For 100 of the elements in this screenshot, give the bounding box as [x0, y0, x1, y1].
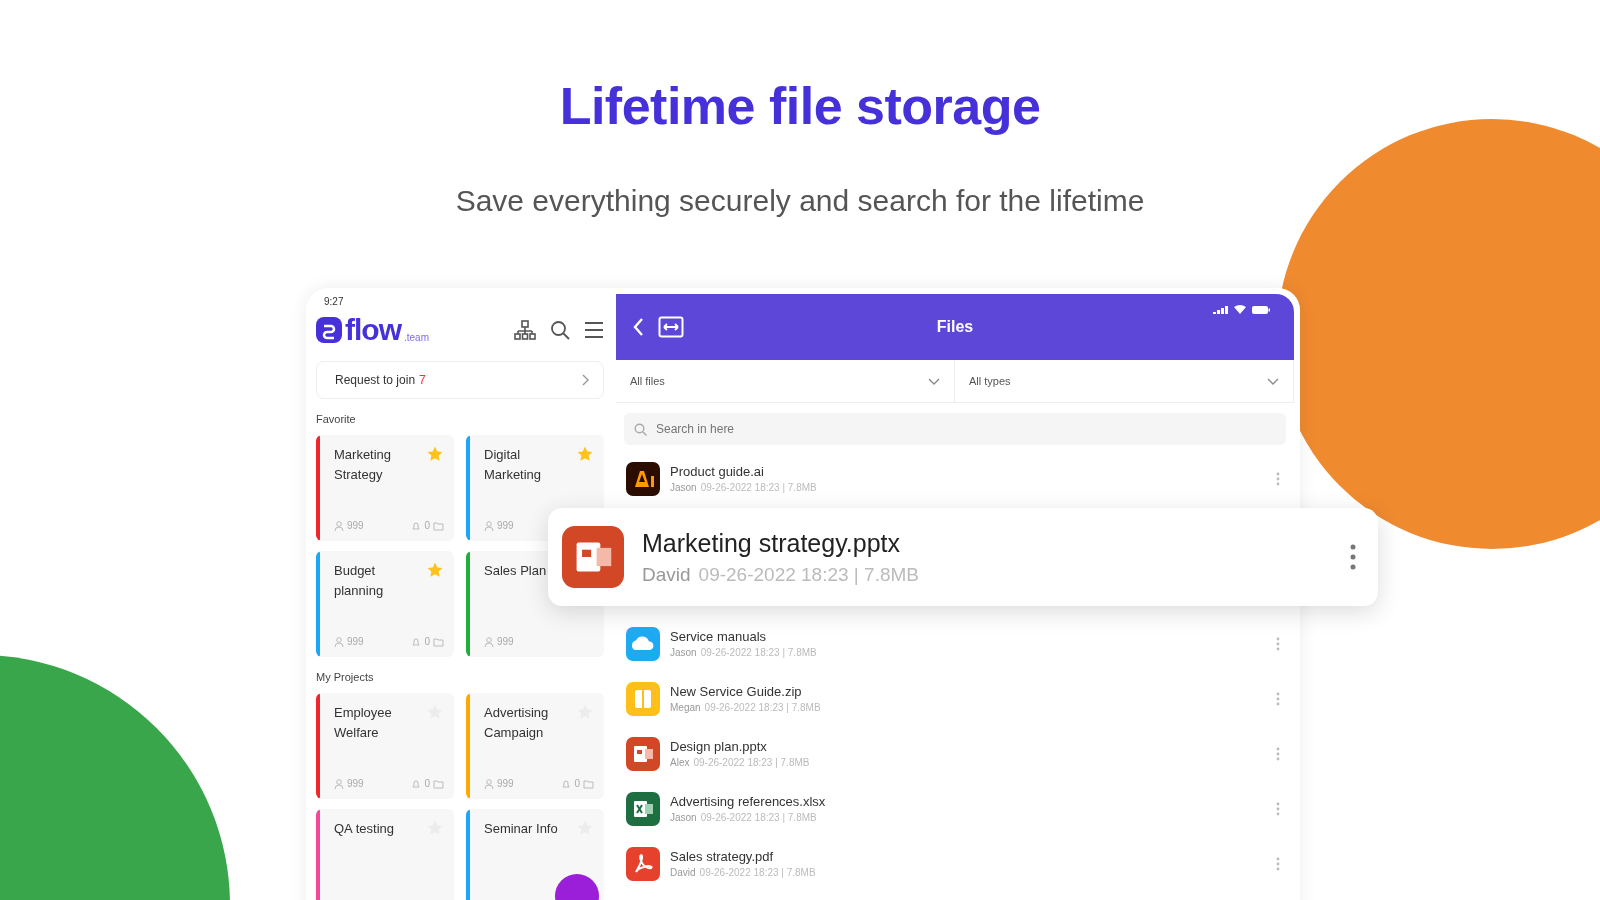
logo-suffix: .team	[404, 332, 429, 343]
person-icon	[484, 778, 494, 789]
screen-title: Files	[936, 318, 974, 335]
bell-icon	[411, 636, 422, 647]
project-name: Employee Welfare	[334, 704, 393, 742]
more-icon[interactable]	[1276, 636, 1280, 651]
folder-icon	[583, 778, 594, 789]
file-name: Product guide.ai	[670, 464, 765, 479]
file-owner: Jason	[670, 647, 697, 658]
more-icon[interactable]	[1276, 856, 1280, 871]
document-icon	[626, 461, 660, 496]
file-owner: Megan	[670, 702, 701, 713]
back-icon[interactable]	[632, 317, 644, 337]
file-owner: Alex	[670, 757, 690, 768]
more-icon[interactable]	[1350, 544, 1356, 570]
project-name: Digital Marketing	[484, 446, 543, 484]
more-icon[interactable]	[1276, 801, 1280, 816]
star-icon[interactable]	[576, 445, 594, 463]
person-icon	[484, 636, 494, 647]
menu-icon[interactable]	[584, 321, 604, 339]
project-card[interactable]: Marketing Strategy 999 0	[316, 435, 454, 541]
file-name: Marketing strategy.pptx	[642, 528, 901, 558]
file-details: 09-26-2022 18:23 | 7.8MB	[704, 702, 821, 713]
star-icon[interactable]	[426, 445, 444, 463]
file-row[interactable]: Design plan.pptx Alex 09-26-2022 18:23 | 7.8MB	[616, 726, 1294, 781]
presentation-icon	[562, 526, 624, 588]
status-time: 9:27	[323, 296, 345, 307]
org-chart-icon[interactable]	[514, 320, 536, 340]
file-row[interactable]: New Service Guide.zip Megan 09-26-2022 18:23 | 7.8MB	[616, 671, 1294, 726]
comment-count: 0	[424, 520, 430, 531]
folder-icon	[433, 520, 444, 531]
pdf-icon	[626, 846, 660, 881]
file-name: Service manuals	[670, 629, 768, 644]
project-card[interactable]: Seminar Info	[466, 809, 604, 900]
battery-icon	[1252, 305, 1270, 315]
presentation-icon	[626, 736, 660, 771]
file-name: Sales strategy.pdf	[670, 849, 775, 864]
chevron-right-icon	[582, 374, 589, 386]
bell-icon	[411, 520, 422, 531]
file-name: Design plan.pptx	[670, 739, 768, 754]
person-icon	[334, 520, 344, 531]
logo-text: flow	[345, 313, 401, 347]
member-count: 999	[347, 636, 364, 647]
project-name: Sales Plan	[484, 562, 548, 580]
search-icon[interactable]	[550, 320, 570, 340]
signal-icon	[1212, 305, 1228, 315]
wifi-icon	[1234, 305, 1246, 315]
file-details: 09-26-2022 18:23 | 7.8MB	[693, 757, 810, 768]
project-name: QA testing	[334, 820, 395, 838]
star-icon[interactable]	[426, 561, 444, 579]
section-title: My Projects	[316, 671, 375, 683]
file-preview-dialog[interactable]: Marketing strategy.pptx David 09-26-2022 18:23 | 7.8MB	[548, 508, 1378, 606]
subtitle: Save everything securely and search for the lifetime	[455, 184, 1145, 218]
file-details: 09-26-2022 18:23 | 7.8MB	[699, 867, 816, 878]
resize-icon[interactable]	[658, 316, 684, 338]
file-row[interactable]: Product guide.ai Jason 09-26-2022 18:23 | 7.8MB	[616, 451, 1294, 506]
chevron-down-icon	[928, 377, 940, 385]
file-details: 09-26-2022 18:23 | 7.8MB	[700, 812, 817, 823]
project-name: Marketing Strategy	[334, 446, 393, 484]
search-field[interactable]: Search in here	[624, 413, 1286, 445]
file-row[interactable]: Service manuals Jason 09-26-2022 18:23 | 7.8MB	[616, 616, 1294, 671]
comment-count: 0	[424, 636, 430, 647]
more-icon[interactable]	[1276, 746, 1280, 761]
project-card[interactable]: QA testing	[316, 809, 454, 900]
person-icon	[484, 520, 494, 531]
folder-icon	[433, 636, 444, 647]
archive-icon	[626, 681, 660, 716]
project-name: Budget planning	[334, 562, 385, 600]
file-owner: David	[642, 563, 691, 586]
project-name: Advertising Campaign	[484, 704, 550, 742]
file-name: New Service Guide.zip	[670, 684, 803, 699]
project-card[interactable]: Budget planning 999 0	[316, 551, 454, 657]
member-count: 999	[497, 636, 514, 647]
member-count: 999	[347, 520, 364, 531]
file-details: 09-26-2022 18:23 | 7.8MB	[700, 482, 817, 493]
cloud-icon	[626, 626, 660, 661]
member-count: 999	[497, 520, 514, 531]
chevron-down-icon	[1267, 377, 1279, 385]
file-owner: Jason	[670, 812, 697, 823]
headline: Lifetime file storage	[559, 76, 1041, 136]
more-icon[interactable]	[1276, 691, 1280, 706]
bell-icon	[411, 778, 422, 789]
file-owner: Jason	[670, 482, 697, 493]
folder-icon	[433, 778, 444, 789]
section-title: Favorite	[316, 413, 357, 425]
person-icon	[334, 636, 344, 647]
project-card[interactable]: Employee Welfare 999 0	[316, 693, 454, 799]
file-row[interactable]: Sales strategy.pdf David 09-26-2022 18:23 | 7.8MB	[616, 836, 1294, 891]
spreadsheet-icon	[626, 791, 660, 826]
file-name: Advertising references.xlsx	[670, 794, 827, 809]
member-count: 999	[497, 778, 514, 789]
member-count: 999	[347, 778, 364, 789]
comment-count: 0	[574, 778, 580, 789]
comment-count: 0	[424, 778, 430, 789]
file-details: 09-26-2022 18:23 | 7.8MB	[698, 563, 919, 586]
file-row[interactable]: Advertising references.xlsx Jason 09-26-2022 18:23 | 7.8MB	[616, 781, 1294, 836]
project-card[interactable]: Advertising Campaign 999 0	[466, 693, 604, 799]
more-icon[interactable]	[1276, 471, 1280, 486]
project-name: Seminar Info	[484, 820, 559, 838]
request-to-join-button[interactable]: Request to join 7	[316, 361, 604, 399]
